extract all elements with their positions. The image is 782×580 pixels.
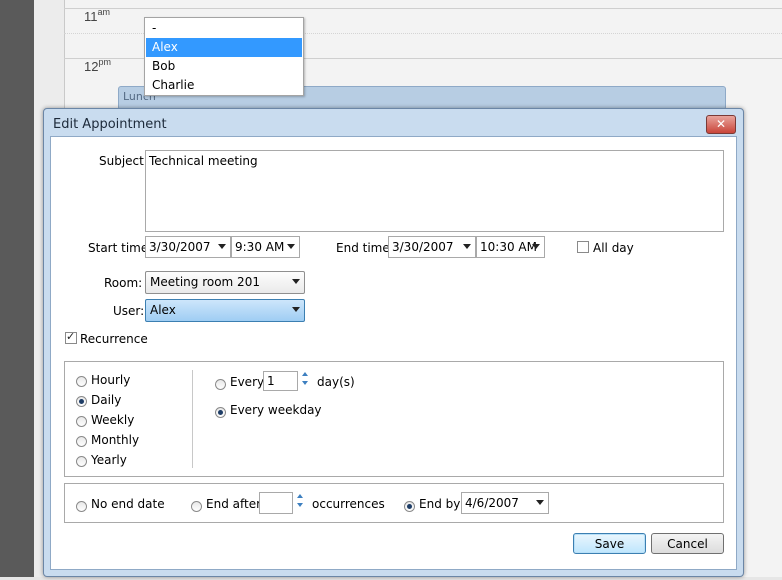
chevron-down-icon — [536, 500, 544, 505]
close-icon: ✕ — [715, 117, 727, 131]
every-weekday-label: Every weekday — [230, 403, 322, 417]
hourly-label: Hourly — [91, 373, 131, 387]
end-date-picker[interactable]: 3/30/2007 — [388, 236, 476, 258]
chevron-down-icon — [532, 244, 540, 249]
user-value: Alex — [150, 303, 176, 317]
every-weekday-radio[interactable] — [215, 407, 226, 418]
end-time-label: End time — [336, 241, 390, 255]
end-by-value: 4/6/2007 — [465, 496, 519, 510]
dialog-title: Edit Appointment — [53, 117, 167, 132]
no-end-date-label: No end date — [91, 497, 165, 511]
end-after-label: End after — [206, 497, 262, 511]
close-button[interactable]: ✕ — [706, 115, 736, 134]
room-select[interactable]: Meeting room 201 — [145, 271, 305, 294]
start-date-picker[interactable]: 3/30/2007 — [145, 236, 231, 258]
monthly-label: Monthly — [91, 433, 140, 447]
spin-up-icon[interactable] — [302, 372, 308, 376]
user-option-charlie[interactable]: Charlie — [146, 76, 302, 95]
chevron-down-icon — [463, 244, 471, 249]
user-option-alex[interactable]: Alex — [146, 38, 302, 57]
pattern-divider — [192, 370, 193, 468]
chevron-down-icon — [218, 244, 226, 249]
user-label: User: — [113, 304, 145, 318]
chevron-down-icon — [287, 244, 295, 249]
time-label-12pm: 12pm — [84, 57, 111, 74]
occurrences-label: occurrences — [312, 497, 385, 511]
end-time-picker[interactable]: 10:30 AM — [476, 236, 545, 258]
weekly-label: Weekly — [91, 413, 135, 427]
start-time-value: 9:30 AM — [235, 240, 285, 254]
subject-textarea[interactable]: Technical meeting — [145, 150, 724, 232]
chevron-down-icon — [292, 279, 300, 284]
calendar-hour-line — [64, 8, 782, 9]
end-after-radio[interactable] — [191, 501, 202, 512]
recurrence-pattern-group: Hourly Daily Weekly Monthly Yearly Every… — [64, 361, 724, 477]
spin-up-icon[interactable] — [297, 494, 303, 498]
subject-value: Technical meeting — [149, 154, 258, 168]
daily-label: Daily — [91, 393, 122, 407]
recurrence-checkbox[interactable] — [65, 330, 77, 344]
yearly-radio[interactable] — [76, 456, 87, 467]
end-by-radio[interactable] — [404, 501, 415, 512]
user-dropdown-list[interactable]: - Alex Bob Charlie — [144, 17, 304, 96]
dialog-body: Subject Technical meeting Start time 3/3… — [50, 136, 737, 570]
end-date-value: 3/30/2007 — [392, 240, 454, 254]
start-time-label: Start time — [88, 241, 149, 255]
end-time-value: 10:30 AM — [480, 240, 537, 254]
every-days-value: 1 — [267, 374, 275, 388]
user-select[interactable]: Alex — [145, 299, 305, 322]
no-end-date-radio[interactable] — [76, 501, 87, 512]
app-left-margin — [0, 0, 34, 577]
every-days-input[interactable]: 1 — [263, 371, 298, 391]
user-option-bob[interactable]: Bob — [146, 57, 302, 76]
spin-down-icon[interactable] — [297, 503, 303, 507]
room-label: Room: — [104, 276, 143, 290]
user-option-none[interactable]: - — [146, 19, 302, 38]
room-value: Meeting room 201 — [150, 275, 260, 289]
monthly-radio[interactable] — [76, 436, 87, 447]
start-date-value: 3/30/2007 — [149, 240, 211, 254]
cancel-button[interactable]: Cancel — [651, 533, 724, 554]
time-label-11am: 11am — [84, 7, 111, 24]
daily-radio[interactable] — [76, 396, 87, 407]
save-button[interactable]: Save — [573, 533, 646, 554]
hourly-radio[interactable] — [76, 376, 87, 387]
edit-appointment-dialog: Edit Appointment ✕ Subject Technical mee… — [43, 108, 744, 577]
subject-label: Subject — [99, 154, 144, 168]
chevron-down-icon — [292, 307, 300, 312]
end-by-date-picker[interactable]: 4/6/2007 — [461, 492, 549, 514]
start-time-picker[interactable]: 9:30 AM — [231, 236, 300, 258]
recurrence-label: Recurrence — [80, 332, 148, 346]
spin-down-icon[interactable] — [302, 381, 308, 385]
recurrence-range-group: No end date End after occurrences End by… — [64, 483, 724, 523]
days-suffix-label: day(s) — [317, 375, 355, 389]
every-n-days-radio[interactable] — [215, 379, 226, 390]
yearly-label: Yearly — [91, 453, 127, 467]
every-label: Every — [230, 375, 265, 389]
end-by-label: End by — [419, 497, 461, 511]
end-after-input[interactable] — [259, 492, 293, 514]
weekly-radio[interactable] — [76, 416, 87, 427]
all-day-label: All day — [593, 241, 634, 255]
all-day-checkbox[interactable] — [577, 241, 589, 253]
